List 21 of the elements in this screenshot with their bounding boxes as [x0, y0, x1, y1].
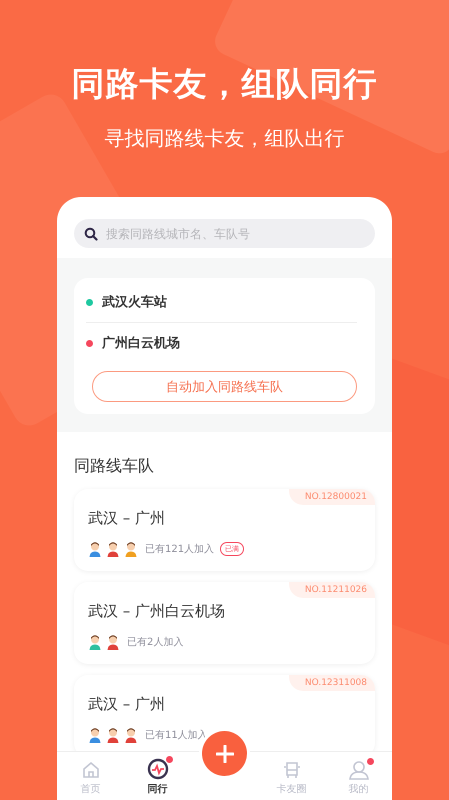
- team-number: NO.11211026: [288, 582, 375, 598]
- home-icon: [80, 760, 100, 780]
- team-route: 武汉 – 广州白云机场: [88, 602, 226, 621]
- pulse-icon: [146, 758, 168, 780]
- team-card[interactable]: NO.11211026 武汉 – 广州白云机场 已有2人加入: [74, 582, 375, 664]
- section-title: 同路线车队: [74, 456, 155, 477]
- team-number: NO.12311008: [288, 675, 375, 691]
- nav-tab[interactable]: 同行: [124, 758, 191, 800]
- stop-name[interactable]: 武汉火车站: [102, 293, 167, 311]
- plus-icon: [216, 744, 234, 762]
- search-field[interactable]: 搜索同路线城市名、车队号: [74, 219, 375, 248]
- truck-icon: [282, 760, 302, 780]
- team-route: 武汉 – 广州: [88, 695, 166, 714]
- user-icon: [348, 760, 370, 780]
- headline: 同路卡友，组队同行: [72, 63, 378, 105]
- team-route: 武汉 – 广州: [88, 509, 166, 528]
- member-count: 已有2人加入: [127, 636, 184, 649]
- stop-name[interactable]: 广州白云机场: [102, 334, 180, 352]
- member-count: 已有121人加入: [145, 542, 214, 556]
- subheadline: 寻找同路线卡友，组队出行: [104, 125, 344, 152]
- team-number: NO.12800021: [288, 489, 375, 505]
